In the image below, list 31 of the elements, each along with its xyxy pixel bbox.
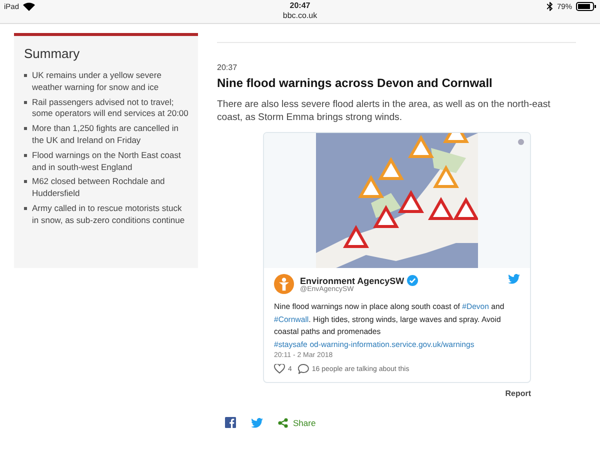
facebook-icon[interactable]	[225, 417, 236, 428]
bird-icon[interactable]	[508, 274, 520, 284]
post-time: 20:37	[217, 63, 238, 72]
heart-icon[interactable]	[274, 364, 285, 374]
post-title: Nine flood warnings across Devon and Cornwall	[217, 76, 494, 90]
summary-item: Army called in to rescue motorists stuck in snow, as sub-zero conditions continue	[32, 202, 186, 227]
summary-item: Rail passengers advised not to travel; some operators will end services at 20:00	[32, 96, 190, 120]
clock: 20:47	[290, 1, 310, 10]
bullet-icon	[24, 74, 27, 77]
account-name[interactable]: Environment AgencySW	[300, 276, 404, 286]
bluetooth-icon	[546, 2, 553, 11]
bullet-icon	[24, 100, 27, 104]
bullet-icon	[24, 180, 27, 184]
url-text: bbc.co.uk	[282, 11, 318, 20]
twitter-icon[interactable]	[251, 418, 263, 428]
battery-icon	[576, 2, 596, 11]
summary-item: M62 closed between Rochdale and Huddersfield	[32, 176, 166, 200]
summary-item: UK remains under a yellow severe weather warning for snow and ice	[32, 70, 162, 94]
bullet-icon	[24, 206, 27, 210]
share-icon	[278, 418, 288, 428]
comment-icon[interactable]	[298, 364, 309, 374]
avatar-icon	[274, 274, 294, 294]
wifi-icon	[23, 2, 36, 11]
post-body: There are also less severe flood alerts in the area, as well as on the north-east coast, as Storm Emma brings strong winds.	[217, 98, 552, 124]
summary-item: Flood warnings on the North East coast and in south-west England	[32, 150, 182, 174]
report-link[interactable]: Report	[505, 389, 531, 398]
summary-item: More than 1,250 fights are cancelled in the UK and Ireland on Friday	[32, 123, 180, 147]
share-button[interactable]: Share	[278, 418, 316, 428]
bullet-icon	[24, 154, 27, 157]
summary-title: Summary	[24, 46, 81, 61]
bullet-icon	[24, 127, 27, 130]
